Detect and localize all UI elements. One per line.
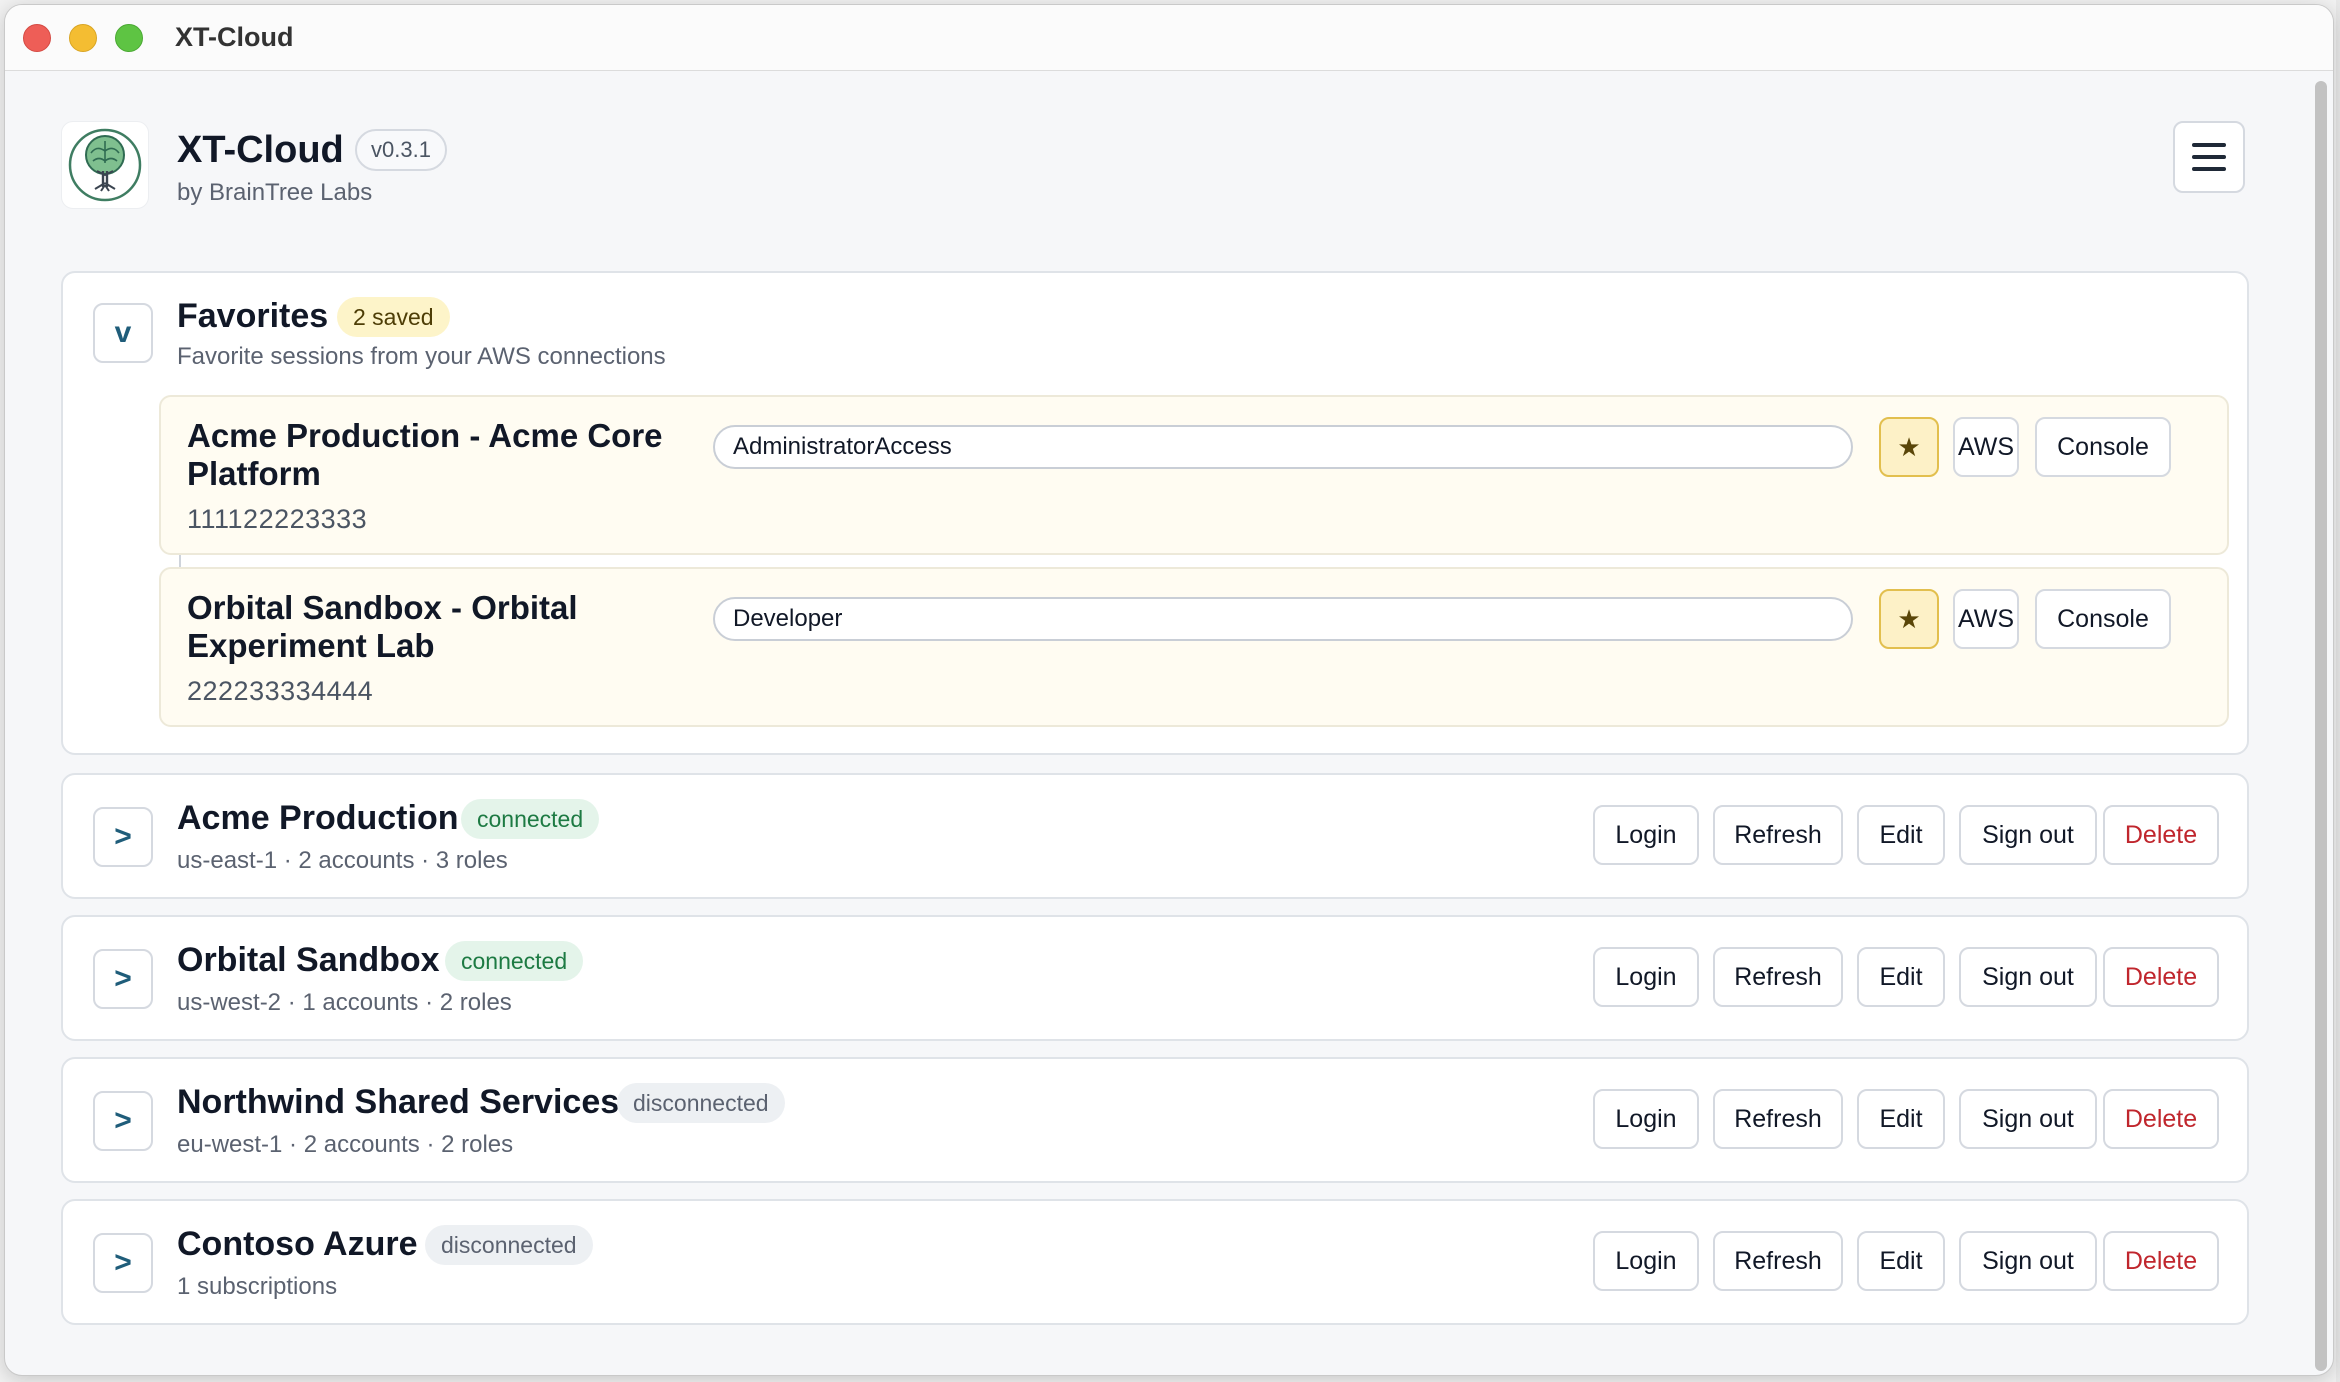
login-button[interactable]: Login <box>1593 1089 1699 1149</box>
app-byline: by BrainTree Labs <box>177 179 373 206</box>
status-badge: disconnected <box>425 1225 593 1265</box>
sign-out-button[interactable]: Sign out <box>1959 1231 2097 1291</box>
favorite-name: Acme Production - Acme Core Platform <box>187 417 663 492</box>
minimize-window-button[interactable] <box>69 23 97 52</box>
refresh-button[interactable]: Refresh <box>1713 805 1843 865</box>
status-badge: connected <box>445 941 584 981</box>
favorite-item: Acme Production - Acme Core Platform 111… <box>159 395 2229 555</box>
connection-card: > Northwind Shared Services disconnected… <box>61 1057 2249 1183</box>
hamburger-menu-button[interactable] <box>2173 121 2245 193</box>
sign-out-button[interactable]: Sign out <box>1959 805 2097 865</box>
version-badge: v0.3.1 <box>355 129 447 171</box>
tree-logo-icon <box>61 121 149 209</box>
favorites-title: Favorites <box>177 297 329 335</box>
favorites-subtitle: Favorite sessions from your AWS connecti… <box>177 343 666 370</box>
console-button[interactable]: Console <box>2035 589 2171 649</box>
favorites-collapse-toggle[interactable]: v <box>93 303 153 363</box>
close-window-button[interactable] <box>23 23 51 52</box>
expand-toggle[interactable]: > <box>93 949 153 1009</box>
title-bar: XT-Cloud <box>5 5 2333 71</box>
status-badge: connected <box>461 799 600 839</box>
delete-button[interactable]: Delete <box>2103 1089 2219 1149</box>
role-select[interactable]: Developer <box>713 597 1853 641</box>
zoom-window-button[interactable] <box>115 23 143 52</box>
role-select[interactable]: AdministratorAccess <box>713 425 1853 469</box>
connection-card: > Orbital Sandbox connected us-west-2 · … <box>61 915 2249 1041</box>
connection-name: Contoso Azure <box>177 1225 418 1263</box>
delete-button[interactable]: Delete <box>2103 1231 2219 1291</box>
connection-details: eu-west-1 · 2 accounts · 2 roles <box>177 1131 514 1158</box>
main-content: XT-Cloud v0.3.1 by BrainTree Labs v Favo… <box>5 71 2333 1375</box>
favorite-name: Orbital Sandbox - Orbital Experiment Lab <box>187 589 578 664</box>
favorite-account-id: 111122223333 <box>187 504 368 534</box>
connection-details: 1 subscriptions <box>177 1273 338 1300</box>
aws-button[interactable]: AWS <box>1953 589 2019 649</box>
connection-name: Acme Production <box>177 799 459 837</box>
connection-name: Orbital Sandbox <box>177 941 440 979</box>
refresh-button[interactable]: Refresh <box>1713 1089 1843 1149</box>
login-button[interactable]: Login <box>1593 1231 1699 1291</box>
window-controls <box>23 23 143 52</box>
delete-button[interactable]: Delete <box>2103 947 2219 1007</box>
delete-button[interactable]: Delete <box>2103 805 2219 865</box>
refresh-button[interactable]: Refresh <box>1713 1231 1843 1291</box>
window-title: XT-Cloud <box>175 22 294 52</box>
favorite-account-id: 222233334444 <box>187 676 374 706</box>
vertical-scrollbar[interactable] <box>2315 81 2327 1371</box>
app-header: XT-Cloud v0.3.1 by BrainTree Labs <box>61 121 2245 211</box>
connection-name: Northwind Shared Services <box>177 1083 620 1121</box>
hamburger-icon <box>2192 143 2226 147</box>
aws-button[interactable]: AWS <box>1953 417 2019 477</box>
status-badge: disconnected <box>617 1083 785 1123</box>
app-window: XT-Cloud XT-Cloud v0.3.1 by BrainTree La… <box>4 4 2334 1376</box>
favorites-count-badge: 2 saved <box>337 297 450 337</box>
star-icon[interactable]: ★ <box>1879 589 1939 649</box>
edit-button[interactable]: Edit <box>1857 805 1945 865</box>
expand-toggle[interactable]: > <box>93 1091 153 1151</box>
expand-toggle[interactable]: > <box>93 1233 153 1293</box>
edit-button[interactable]: Edit <box>1857 947 1945 1007</box>
login-button[interactable]: Login <box>1593 805 1699 865</box>
connection-card: > Acme Production connected us-east-1 · … <box>61 773 2249 899</box>
connection-card: > Contoso Azure disconnected 1 subscript… <box>61 1199 2249 1325</box>
favorite-item: Orbital Sandbox - Orbital Experiment Lab… <box>159 567 2229 727</box>
favorites-card: v Favorites 2 saved Favorite sessions fr… <box>61 271 2249 755</box>
connection-details: us-west-2 · 1 accounts · 2 roles <box>177 989 512 1016</box>
sign-out-button[interactable]: Sign out <box>1959 947 2097 1007</box>
connection-details: us-east-1 · 2 accounts · 3 roles <box>177 847 508 874</box>
star-icon[interactable]: ★ <box>1879 417 1939 477</box>
edit-button[interactable]: Edit <box>1857 1089 1945 1149</box>
console-button[interactable]: Console <box>2035 417 2171 477</box>
background-edge <box>2336 0 2340 1382</box>
expand-toggle[interactable]: > <box>93 807 153 867</box>
app-name: XT-Cloud <box>177 129 344 171</box>
refresh-button[interactable]: Refresh <box>1713 947 1843 1007</box>
edit-button[interactable]: Edit <box>1857 1231 1945 1291</box>
sign-out-button[interactable]: Sign out <box>1959 1089 2097 1149</box>
login-button[interactable]: Login <box>1593 947 1699 1007</box>
